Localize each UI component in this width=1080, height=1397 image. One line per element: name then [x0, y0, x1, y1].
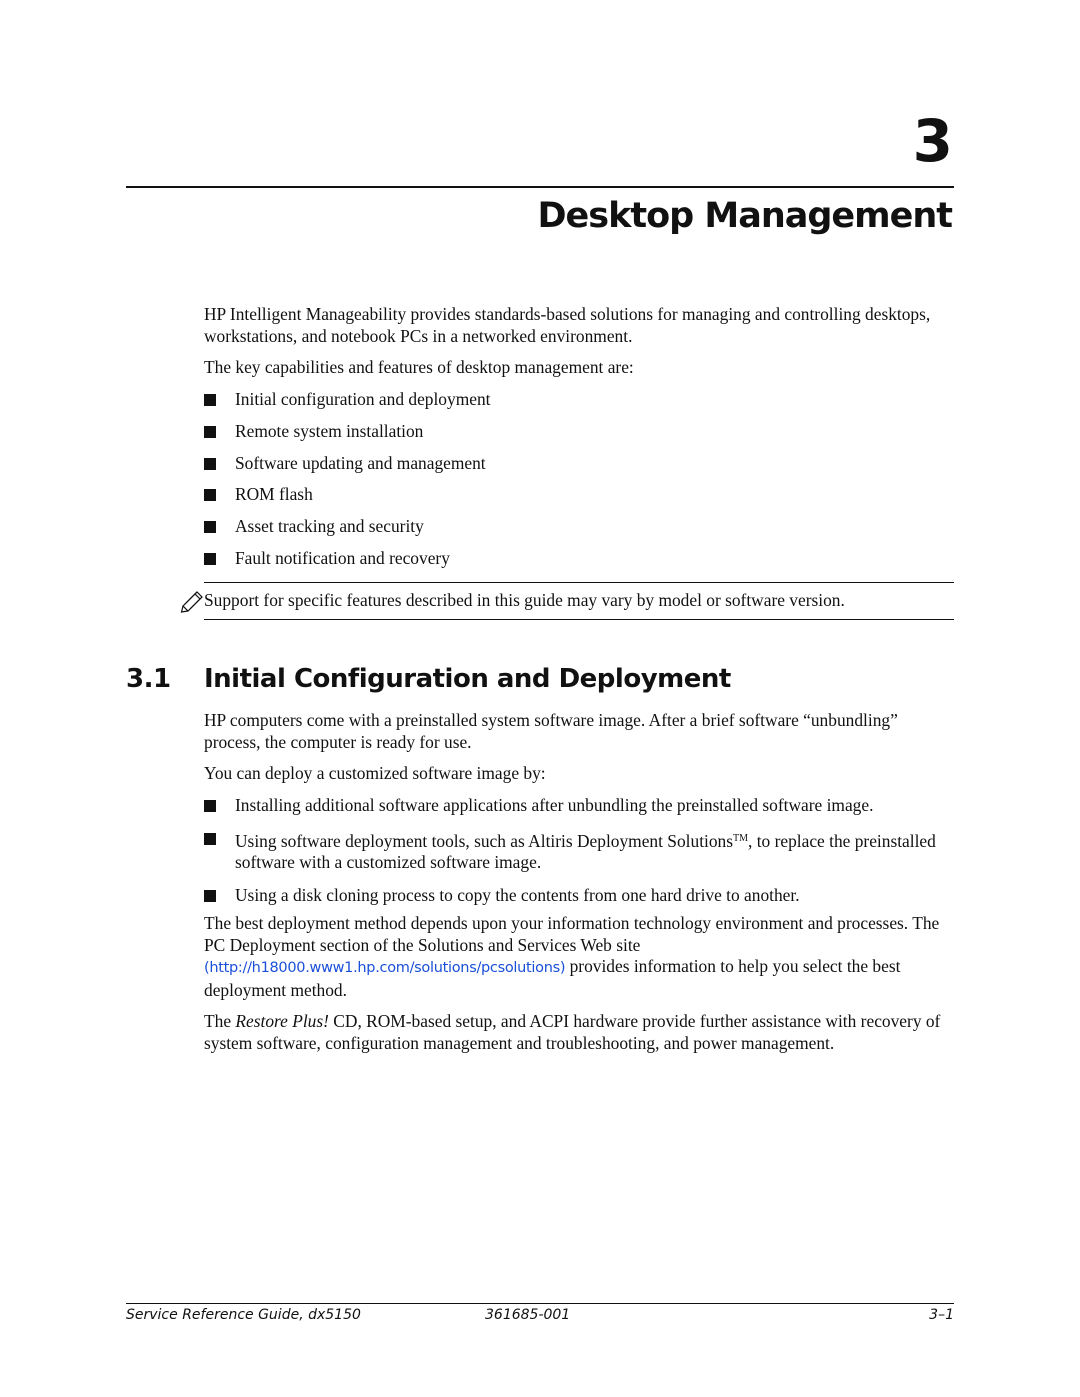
bullet-icon	[204, 425, 216, 438]
footer-rule	[126, 1303, 954, 1304]
methods-lead-in: You can deploy a customized software ima…	[204, 763, 546, 783]
list-item-text: Remote system installation	[235, 420, 424, 441]
bullet-icon	[204, 457, 216, 470]
restore-paragraph: The Restore Plus! CD, ROM-based setup, a…	[204, 1011, 956, 1054]
trademark-symbol: TM	[733, 832, 749, 844]
bullet-icon	[204, 552, 216, 565]
bullet-icon	[204, 394, 216, 406]
note-top-rule	[204, 582, 954, 583]
deployment-paragraph: The best deployment method depends upon …	[204, 913, 956, 1001]
list-item: Initial configuration and deployment	[204, 389, 964, 411]
intro-paragraph: HP Intelligent Manageability provides st…	[204, 304, 931, 346]
pencil-note-icon	[180, 589, 204, 613]
section-number: 3.1	[126, 664, 171, 694]
list-item: Installing additional software applicati…	[204, 795, 964, 817]
features-lead-in: The key capabilities and features of des…	[204, 357, 634, 377]
footer-part-number: 361685-001	[485, 1307, 571, 1323]
list-item: Remote system installation	[204, 421, 964, 443]
pcsolutions-link[interactable]: (http://h18000.www1.hp.com/solutions/pcs…	[204, 960, 566, 976]
chapter-title: Desktop Management	[537, 196, 953, 236]
note-text: Support for specific features described …	[204, 590, 845, 610]
list-item-text: Using a disk cloning process to copy the…	[235, 884, 800, 905]
footer-page-number: 3–1	[929, 1307, 954, 1323]
list-item-text: Installing additional software applicati…	[235, 795, 874, 815]
restore-plus-title: Restore Plus!	[235, 1011, 329, 1031]
bullet-icon	[204, 832, 216, 845]
list-item-text: Initial configuration and deployment	[235, 389, 491, 409]
note-bottom-rule	[204, 619, 954, 620]
list-item: ROM flash	[204, 484, 964, 506]
list-item: Using software deployment tools, such as…	[204, 828, 964, 874]
bullet-icon	[204, 489, 216, 502]
list-item-text: Using software deployment tools, such as…	[235, 830, 734, 851]
section-heading: 3.1 Initial Configuration and Deployment	[126, 661, 731, 697]
list-item: Asset tracking and security	[204, 516, 964, 538]
intro-section: HP Intelligent Manageability provides st…	[204, 304, 954, 379]
list-item: Using a disk cloning process to copy the…	[204, 885, 964, 907]
bullet-icon	[204, 800, 216, 812]
section-intro: HP computers come with a preinstalled sy…	[204, 710, 954, 785]
list-item-text: Asset tracking and security	[235, 516, 424, 537]
list-item: Software updating and management	[204, 453, 964, 475]
paragraph-text: The best deployment method depends upon …	[204, 913, 940, 955]
list-item-text: Fault notification and recovery	[235, 547, 450, 568]
bullet-icon	[204, 889, 216, 902]
deployment-methods-list: Installing additional software applicati…	[204, 795, 964, 906]
list-item-text: Software updating and management	[235, 452, 486, 473]
bullet-icon	[204, 521, 216, 534]
section-paragraph: HP computers come with a preinstalled sy…	[204, 710, 898, 752]
section-body: The best deployment method depends upon …	[204, 913, 956, 1054]
chapter-number: 3	[912, 107, 953, 175]
chapter-divider	[126, 186, 954, 188]
list-item-text: ROM flash	[235, 484, 313, 505]
paragraph-text: The	[204, 1011, 236, 1031]
section-title: Initial Configuration and Deployment	[204, 664, 731, 694]
list-item: Fault notification and recovery	[204, 548, 964, 570]
footer-guide-title: Service Reference Guide, dx5150	[126, 1307, 361, 1323]
features-list: Initial configuration and deployment Rem…	[204, 389, 964, 569]
